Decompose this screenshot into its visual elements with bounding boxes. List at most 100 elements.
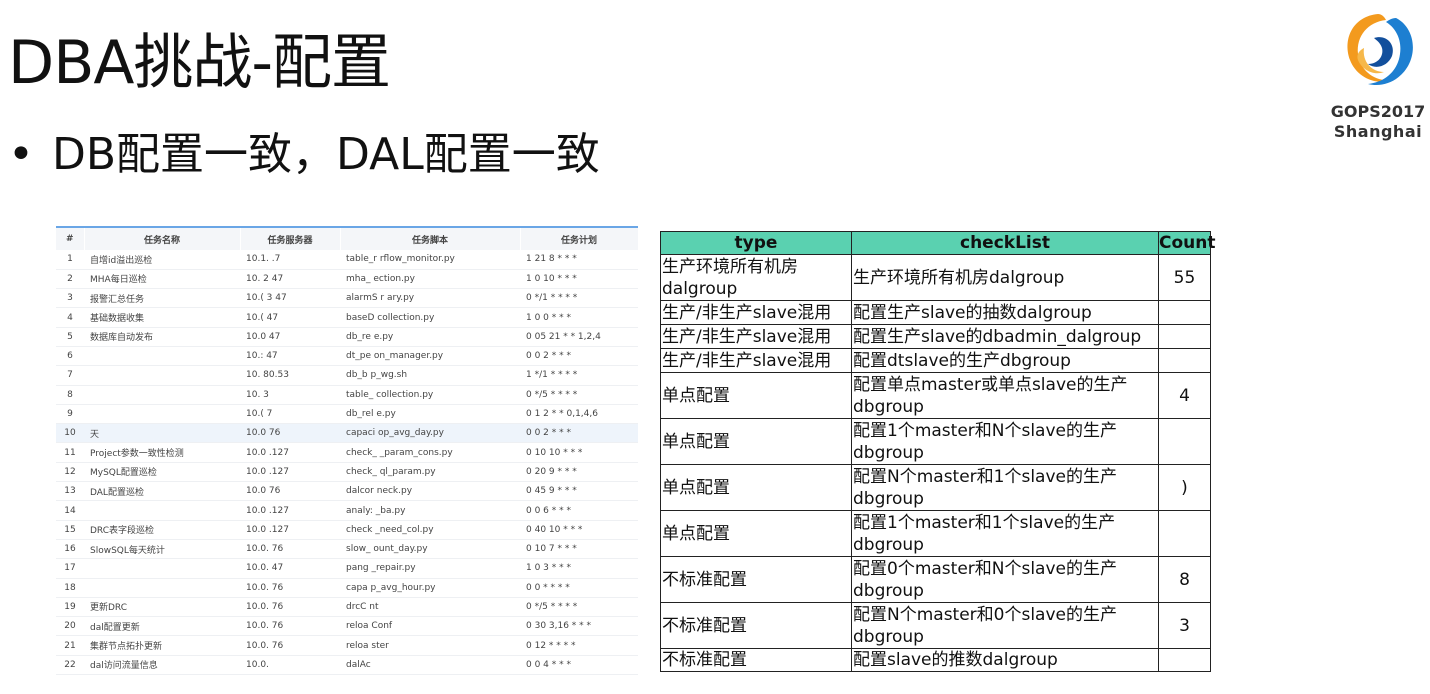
- task-table-cell: 10.0 .127: [240, 462, 340, 483]
- task-table-cell: 16: [56, 539, 84, 560]
- task-table-row: 2 MHA每日巡检 10. 2 47 mha_ ection.py 1 0 10 * *…: [56, 269, 638, 290]
- check-table-row: 不标准配置 配置N个master和0个slave的生产dbgroup 3: [660, 602, 1211, 649]
- task-table-row: 3 报警汇总任务 10.( 3 47 alarmS r ary.py 0 */1 * *…: [56, 288, 638, 309]
- task-table-row: 7 10. 80.53 db_b p_wg.sh 1 */1 * * * *: [56, 365, 638, 386]
- check-cell-type: 生产/非生产slave混用: [660, 324, 852, 349]
- task-table-cell: 0 */5 * * * *: [520, 597, 638, 618]
- task-table-cell: 0 0 4 * * *: [520, 655, 638, 676]
- task-table-cell: 0 0 * * * *: [520, 578, 638, 598]
- task-table-cell: 10.0. 76: [240, 635, 340, 656]
- task-table-cell: check_ _param_cons.py: [340, 442, 520, 463]
- task-table-cell: reloa ster: [340, 635, 520, 656]
- check-cell-checklist: 配置生产slave的抽数dalgroup: [851, 300, 1159, 325]
- check-cell-type: 生产环境所有机房dalgroup: [660, 254, 852, 301]
- check-cell-type: 不标准配置: [660, 556, 852, 603]
- task-table-cell: 10.0.: [240, 655, 340, 676]
- task-table-cell: DRC表字段巡检: [84, 520, 240, 540]
- task-table-cell: 0 30 3,16 * * *: [520, 616, 638, 637]
- task-table-cell: 21: [56, 635, 84, 656]
- task-table-cell: 数据库自动发布: [84, 327, 240, 347]
- logo-text-gops: GOPS2017: [1330, 102, 1426, 121]
- task-table-cell: 3: [56, 288, 84, 309]
- task-table-cell: 10.: 47: [240, 346, 340, 367]
- task-table-cell: [84, 578, 240, 598]
- check-cell-checklist: 配置0个master和N个slave的生产dbgroup: [851, 556, 1159, 603]
- task-table-cell: dalAc: [340, 655, 520, 676]
- task-table-cell: 0 */1 * * * *: [520, 288, 638, 309]
- check-cell-checklist: 配置slave的推数dalgroup: [851, 648, 1159, 672]
- check-cell-count: 3: [1158, 602, 1211, 649]
- task-table-cell: 天: [84, 423, 240, 444]
- task-table-cell: 10.0. 47: [240, 558, 340, 579]
- task-table-cell: 10.( 3 47: [240, 288, 340, 309]
- bullet-marker: •: [8, 129, 34, 180]
- logo-text-city: Shanghai: [1333, 122, 1423, 141]
- task-table-row: 14 10.0 .127 analy: _ba.py 0 0 6 * * *: [56, 500, 638, 521]
- check-col-header-checklist: checkList: [851, 231, 1159, 255]
- task-table-row: 6 10.: 47 dt_pe on_manager.py 0 0 2 * * *: [56, 346, 638, 367]
- task-table: # 任务名称 任务服务器 任务脚本 任务计划 1 自增id溢出巡检 10.1. .7…: [56, 228, 639, 676]
- task-table-cell: check_ ql_param.py: [340, 462, 520, 483]
- task-table-cell: dal配置更新: [84, 616, 240, 637]
- task-table-cell: 1 */1 * * * *: [520, 365, 638, 386]
- task-table-cell: capaci op_avg_day.py: [340, 423, 520, 444]
- task-table-cell: 0 0 2 * * *: [520, 346, 638, 367]
- task-table-cell: 0 20 9 * * *: [520, 462, 638, 483]
- check-table-row: 生产环境所有机房dalgroup 生产环境所有机房dalgroup 55: [660, 254, 1211, 301]
- check-table-row: 单点配置 配置单点master或单点slave的生产dbgroup 4: [660, 372, 1211, 419]
- task-table-cell: 10.0. 76: [240, 539, 340, 560]
- task-table-cell: db_b p_wg.sh: [340, 365, 520, 386]
- task-table-cell: 1 21 8 * * *: [520, 250, 638, 270]
- task-table-cell: alarmS r ary.py: [340, 288, 520, 309]
- check-cell-type: 单点配置: [660, 372, 852, 419]
- task-col-header: #: [56, 228, 85, 250]
- check-cell-count: [1158, 348, 1211, 373]
- task-table-cell: 14: [56, 500, 84, 521]
- task-table-cell: 4: [56, 307, 84, 328]
- check-table: type checkList Count 生产环境所有机房dalgroup 生产环…: [660, 231, 1216, 672]
- task-table-cell: 10.1. .7: [240, 250, 340, 270]
- check-col-header-type: type: [660, 231, 852, 255]
- check-table-row: 单点配置 配置N个master和1个slave的生产dbgroup): [660, 464, 1211, 511]
- task-table-cell: Project参数一致性检测: [84, 442, 240, 463]
- check-cell-count: [1158, 510, 1211, 557]
- task-table-cell: [84, 558, 240, 579]
- task-table-cell: 10.0 76: [240, 423, 340, 444]
- check-table-row: 生产/非生产slave混用 配置dtslave的生产dbgroup: [660, 348, 1211, 373]
- task-table-row: 10 天 10.0 76 capaci op_avg_day.py 0 0 2 * * …: [56, 423, 638, 444]
- task-table-cell: SlowSQL每天统计: [84, 539, 240, 560]
- check-cell-type: 不标准配置: [660, 648, 852, 672]
- task-table-row: 20 dal配置更新 10.0. 76 reloa Conf 0 30 3,16 * *…: [56, 616, 638, 637]
- task-table-cell: 0 10 7 * * *: [520, 539, 638, 560]
- task-table-row: 1 自增id溢出巡检 10.1. .7 table_r rflow_monitor.p…: [56, 250, 638, 270]
- task-table-cell: 10. 80.53: [240, 365, 340, 386]
- slide-title: DBA挑战-配置: [8, 28, 391, 98]
- task-col-header: 任务名称: [84, 228, 241, 250]
- task-table-cell: 10.( 7: [240, 404, 340, 425]
- check-cell-checklist: 配置生产slave的dbadmin_dalgroup: [851, 324, 1159, 349]
- task-table-cell: pang _repair.py: [340, 558, 520, 579]
- gops-logo-mark-icon: [1347, 14, 1413, 86]
- task-table-cell: dal访问流量信息: [84, 655, 240, 676]
- check-table-header-row: type checkList Count: [660, 231, 1216, 255]
- check-cell-count: [1158, 300, 1211, 325]
- check-cell-count: [1158, 648, 1211, 672]
- task-table-cell: [84, 404, 240, 425]
- check-cell-checklist: 生产环境所有机房dalgroup: [851, 254, 1159, 301]
- task-table-cell: MySQL配置巡检: [84, 462, 240, 483]
- check-cell-count: 55: [1158, 254, 1211, 301]
- task-table-cell: 0 05 21 * * 1,2,4: [520, 327, 638, 347]
- task-table-cell: db_re e.py: [340, 327, 520, 347]
- check-table-image: type checkList Count 生产环境所有机房dalgroup 生产环…: [660, 231, 1216, 672]
- check-cell-type: 单点配置: [660, 418, 852, 465]
- task-table-cell: 1 0 3 * * *: [520, 558, 638, 579]
- task-table-row: 12 MySQL配置巡检 10.0 .127 check_ ql_param.py 0 …: [56, 462, 638, 483]
- task-table-cell: dt_pe on_manager.py: [340, 346, 520, 367]
- task-table-cell: 0 1 2 * * 0,1,4,6: [520, 404, 638, 425]
- check-cell-type: 单点配置: [660, 510, 852, 557]
- task-table-cell: 10.0 .127: [240, 520, 340, 540]
- task-table-row: 9 10.( 7 db_rel e.py 0 1 2 * * 0,1,4,6: [56, 404, 638, 425]
- task-table-cell: 10.0. 76: [240, 578, 340, 598]
- task-table-cell: 更新DRC: [84, 597, 240, 618]
- check-cell-checklist: 配置dtslave的生产dbgroup: [851, 348, 1159, 373]
